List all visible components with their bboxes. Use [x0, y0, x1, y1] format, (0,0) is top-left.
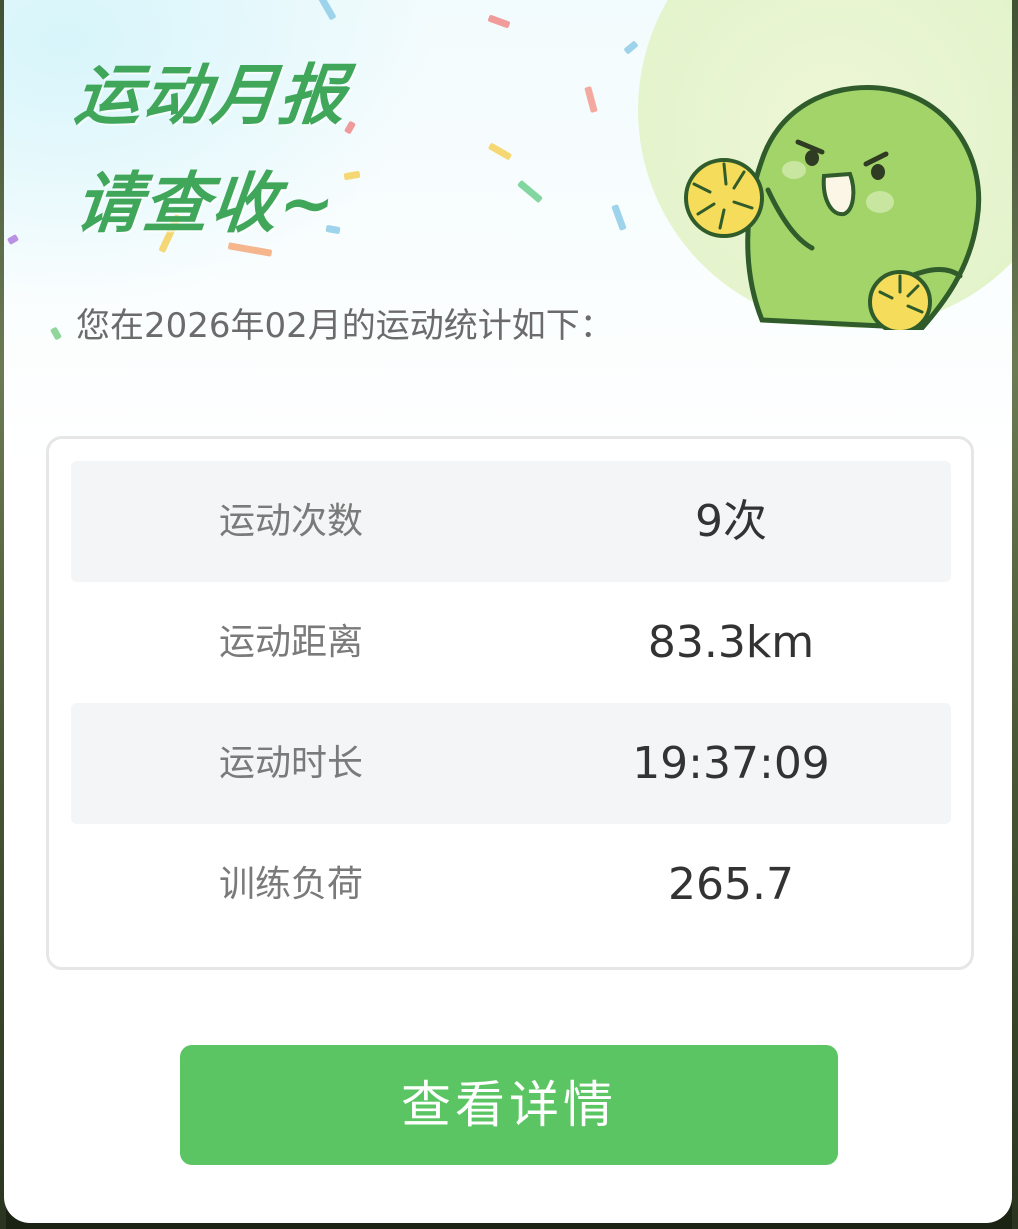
stat-row-duration: 运动时长 19:37:09 — [71, 703, 951, 824]
report-subtitle: 您在2026年02月的运动统计如下： — [76, 306, 614, 346]
stat-row-count: 运动次数 9次 — [71, 461, 951, 582]
report-title-line2: 请查收~ — [71, 165, 341, 242]
confetti-piece — [343, 120, 357, 135]
confetti-piece — [487, 14, 511, 29]
monthly-report-modal: 运动月报 请查收~ 您在2026年02月的运动统计如下： 运动次数 9次 运动距… — [4, 0, 1012, 1223]
stat-label: 运动时长 — [218, 743, 363, 784]
mascot-illustration — [684, 85, 982, 330]
report-title-line1: 运动月报 — [71, 57, 352, 134]
pompom-left — [684, 158, 764, 238]
confetti-piece — [317, 0, 337, 21]
stat-label: 运动次数 — [218, 501, 363, 542]
stat-row-training-load: 训练负荷 265.7 — [71, 824, 951, 945]
confetti-piece — [343, 170, 361, 181]
stat-row-distance: 运动距离 83.3km — [71, 582, 951, 703]
confetti-piece — [49, 326, 63, 341]
confetti-piece — [584, 86, 598, 113]
confetti-piece — [517, 179, 543, 204]
stat-value: 83.3km — [647, 617, 815, 668]
confetti-piece — [487, 142, 513, 161]
pompom-right — [868, 270, 932, 330]
stat-label: 训练负荷 — [218, 864, 363, 905]
stat-label: 运动距离 — [218, 622, 363, 663]
confetti-piece — [623, 40, 639, 55]
backdrop-right — [1012, 0, 1018, 1229]
stat-value: 265.7 — [668, 859, 794, 910]
stats-table: 运动次数 9次 运动距离 83.3km 运动时长 19:37:09 训练负荷 2… — [46, 436, 974, 970]
stat-value: 9次 — [695, 496, 767, 547]
view-details-button[interactable]: 查看详情 — [180, 1045, 838, 1165]
confetti-piece — [611, 204, 627, 231]
confetti-piece — [6, 233, 20, 246]
stat-value: 19:37:09 — [632, 738, 830, 789]
